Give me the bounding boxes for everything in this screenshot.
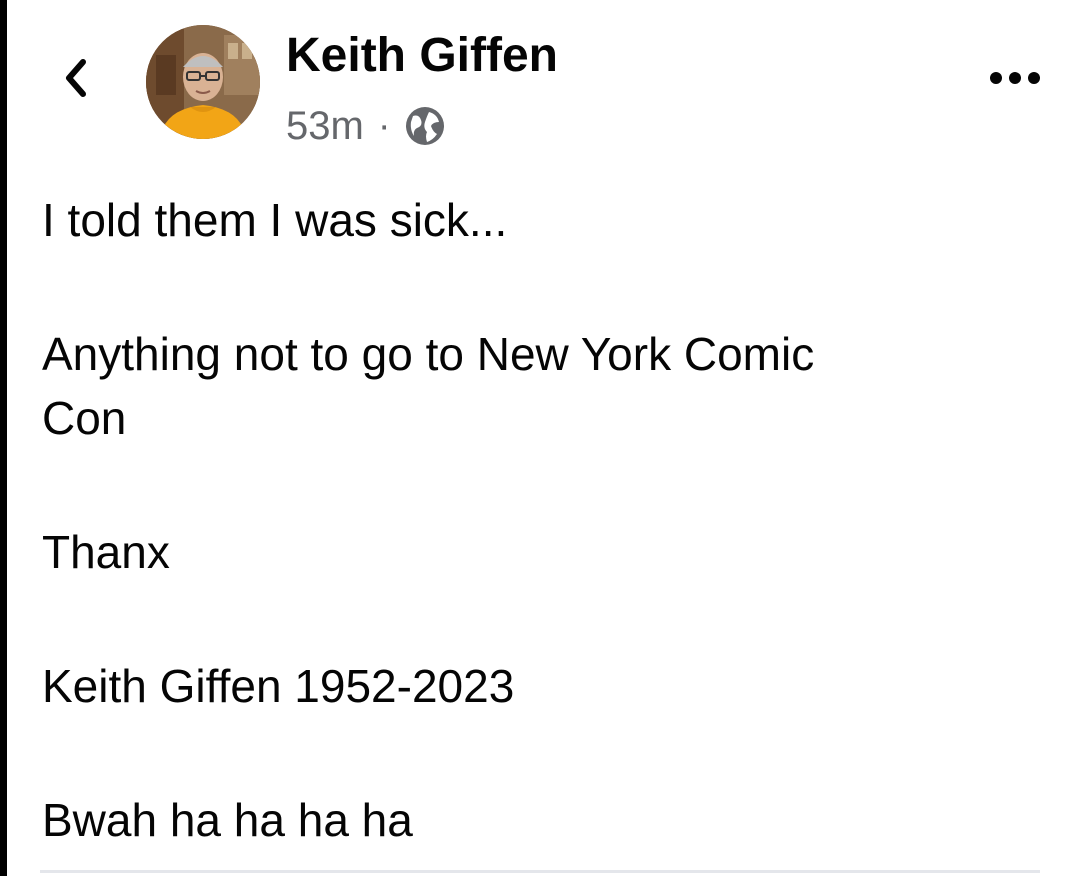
post-text-line: Con (42, 392, 127, 444)
post-text-line: Anything not to go to New York Comic (42, 328, 815, 380)
more-options-button[interactable] (985, 60, 1045, 100)
chevron-left-icon (59, 56, 93, 105)
post-meta: 53m · (286, 98, 448, 154)
post-text-line: Thanx (42, 526, 170, 578)
back-button[interactable] (52, 52, 100, 108)
meta-separator: · (377, 105, 391, 147)
post-text-line: I told them I was sick... (42, 194, 508, 246)
post-body: I told them I was sick... Anything not t… (42, 188, 1002, 852)
divider (40, 870, 1040, 873)
more-horizontal-icon (989, 71, 1041, 90)
screen-left-edge (0, 0, 7, 876)
avatar[interactable] (146, 25, 260, 139)
post-timestamp[interactable]: 53m (286, 104, 364, 149)
post-text-line: Keith Giffen 1952-2023 (42, 660, 515, 712)
post-text-line: Bwah ha ha ha ha (42, 794, 413, 846)
globe-icon[interactable] (402, 103, 448, 149)
author-name[interactable]: Keith Giffen (286, 28, 558, 83)
